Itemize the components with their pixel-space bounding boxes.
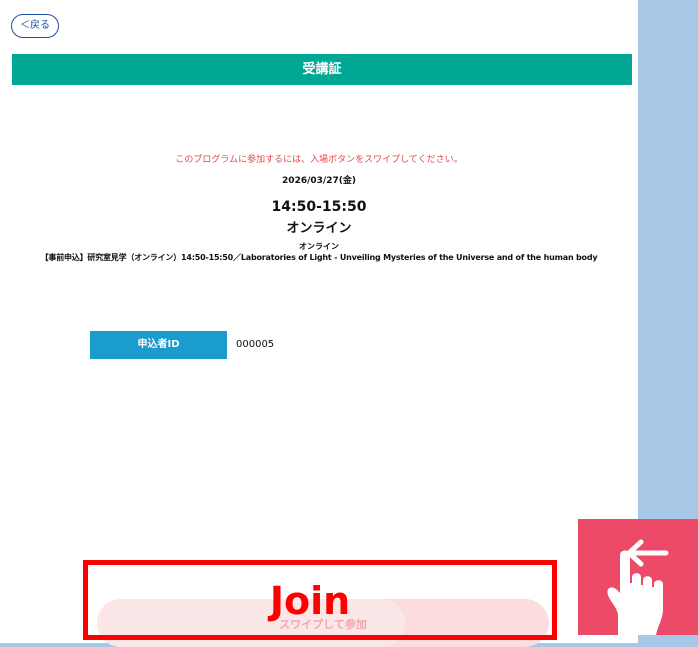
- join-annotation: Join: [269, 579, 351, 623]
- applicant-id-value: 000005: [236, 339, 275, 350]
- applicant-id-label: 申込者ID: [90, 331, 227, 359]
- event-time: 14:50-15:50: [271, 199, 367, 215]
- ticket-panel: ＜戻る 受講証 このプログラムに参加するには、入場ボタンをスワイプしてください。…: [0, 0, 638, 647]
- back-button[interactable]: ＜戻る: [11, 14, 59, 38]
- program-title: 【事前申込】研究室見学（オンライン）14:50-15:50／Laboratori…: [40, 253, 598, 262]
- event-date: 2026/03/27(金): [282, 176, 356, 186]
- event-venue-sub: オンライン: [299, 242, 339, 251]
- swipe-instruction: このプログラムに参加するには、入場ボタンをスワイプしてください。: [175, 155, 463, 165]
- event-venue: オンライン: [286, 221, 352, 236]
- page-title: 受講証: [12, 54, 632, 85]
- swipe-left-hand-icon: [578, 519, 698, 635]
